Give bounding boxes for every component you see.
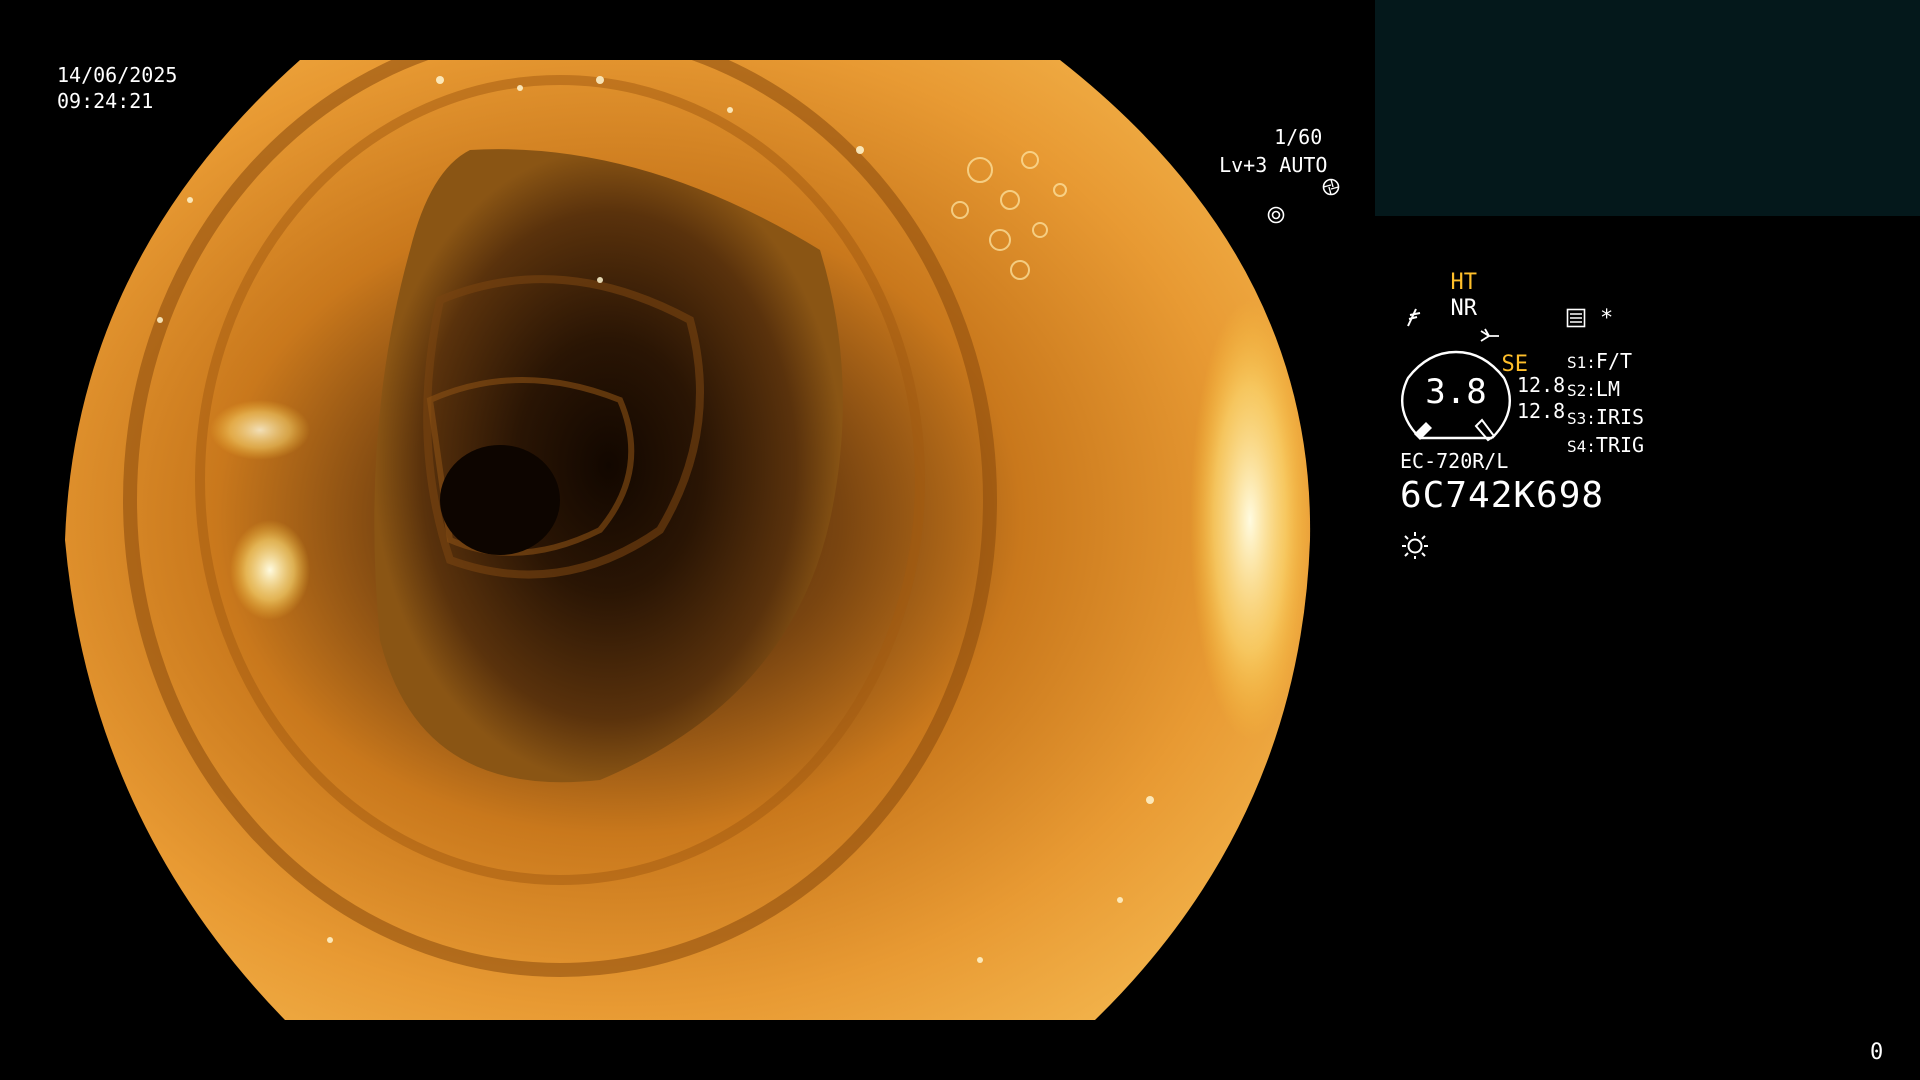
level-readout: Lv+3 AUTO	[1195, 126, 1327, 256]
ring-icon	[1219, 178, 1285, 256]
frame-counter: 0	[1870, 1040, 1884, 1065]
gauge: 3.8	[1398, 350, 1514, 444]
switch-label: TRIG	[1595, 433, 1645, 457]
memo-icon	[1566, 308, 1586, 332]
memo-indicator	[1566, 308, 1586, 332]
switch-row: S4:TRIG	[1567, 433, 1645, 457]
gauge-value: 3.8	[1425, 372, 1487, 412]
time-label: 09:24:21	[57, 89, 154, 113]
thumbnail-area	[1375, 0, 1920, 216]
flag-indicator	[1402, 306, 1424, 332]
scope-serial: 6C742K698	[1400, 475, 1605, 516]
switch-label: F/T	[1595, 349, 1633, 373]
switch-list: S1:F/T S2:LM S3:IRIS S4:TRIG	[1567, 348, 1644, 460]
flag-icon	[1402, 306, 1424, 332]
switch-row: S2:LM	[1567, 377, 1620, 401]
sub-value-1: 12.8	[1517, 373, 1566, 397]
level-mode: Lv+3 AUTO	[1219, 153, 1328, 177]
switch-label: IRIS	[1595, 405, 1645, 429]
scope-model: EC-720R/L	[1400, 449, 1509, 473]
switch-row: S1:F/T	[1567, 349, 1633, 373]
asterisk-indicator: *	[1600, 306, 1614, 331]
date-label: 14/06/2025	[57, 63, 178, 87]
sun-icon	[1400, 530, 1430, 564]
light-indicator	[1400, 530, 1430, 564]
switch-row: S3:IRIS	[1567, 405, 1645, 429]
endoscope-view	[0, 0, 1375, 1080]
sub-value-2: 12.8	[1517, 399, 1566, 423]
switch-label: LM	[1595, 377, 1620, 401]
